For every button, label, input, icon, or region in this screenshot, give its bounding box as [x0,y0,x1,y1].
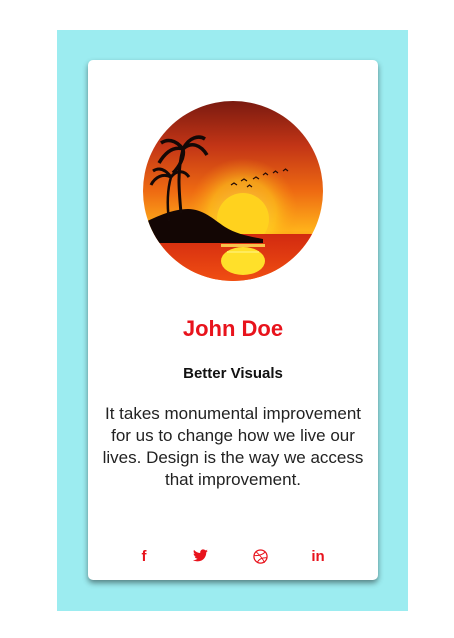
profile-quote: It takes monumental improvement for us t… [102,404,364,489]
profile-name: John Doe [182,316,284,341]
linkedin-icon: in [311,548,325,565]
avatar [143,101,323,281]
social-links: f in [88,547,378,567]
facebook-link[interactable]: f [134,547,154,567]
linkedin-link[interactable]: in [308,547,328,567]
profile-card: John Doe Better Visuals It takes monumen… [88,60,378,580]
dribbble-icon [252,549,268,564]
twitter-link[interactable] [190,547,210,567]
facebook-icon: f [141,548,147,565]
profile-title: Better Visuals [183,365,283,382]
twitter-icon [192,549,208,562]
dribbble-link[interactable] [250,547,270,567]
sunset-image [143,101,323,281]
